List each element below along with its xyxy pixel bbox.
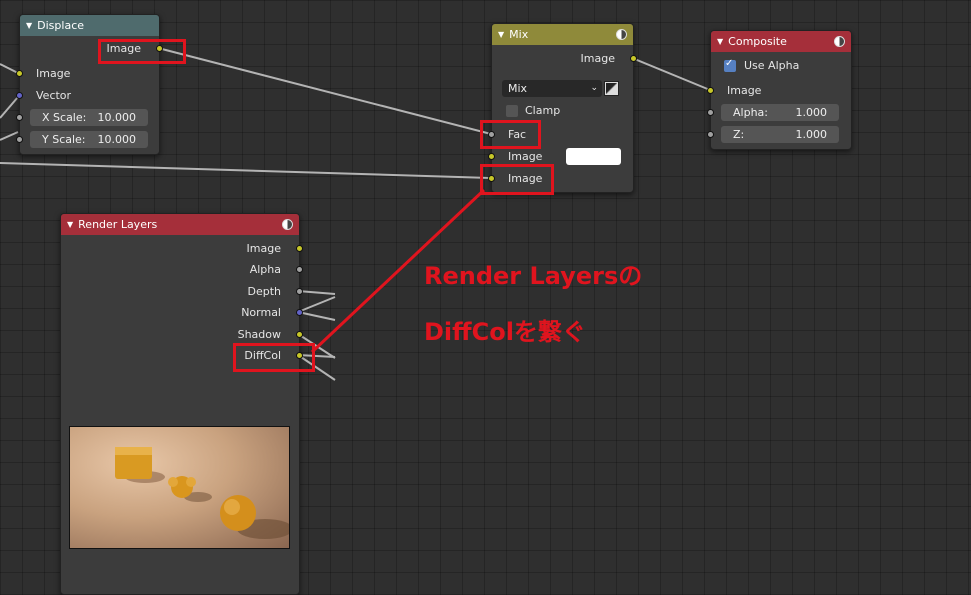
- render-preview-scene: [115, 447, 289, 539]
- output-alpha-socket[interactable]: [296, 266, 303, 273]
- preview-sphere-icon[interactable]: [282, 219, 293, 230]
- y-scale-label: Y Scale:: [42, 133, 86, 146]
- z-value: 1.000: [795, 128, 828, 141]
- z-label: Z:: [733, 128, 745, 141]
- x-scale-label: X Scale:: [42, 111, 87, 124]
- mix-node-header[interactable]: ▼ Mix: [492, 24, 633, 45]
- node-title: Displace: [37, 19, 85, 32]
- highlight-mix-image-2: [480, 164, 554, 195]
- link-depth-out: [297, 290, 336, 295]
- output-alpha-label: Alpha: [249, 263, 281, 276]
- link-canvas-to-mix-image: [0, 162, 492, 179]
- use-alpha-checkbox[interactable]: [724, 58, 736, 72]
- annotation-line-1: Render Layersの: [424, 262, 643, 290]
- input-image-socket[interactable]: [16, 70, 23, 77]
- image-color-swatch[interactable]: [566, 148, 621, 165]
- alpha-label: Alpha:: [733, 106, 768, 119]
- collapse-icon[interactable]: ▼: [717, 37, 723, 46]
- render-preview-image: [69, 426, 290, 549]
- collapse-icon[interactable]: ▼: [67, 220, 73, 229]
- link-normal-out: [297, 296, 336, 313]
- x-scale-socket[interactable]: [16, 114, 23, 121]
- collapse-icon[interactable]: ▼: [498, 30, 504, 39]
- output-image-label: Image: [580, 52, 615, 65]
- output-shadow-socket[interactable]: [296, 331, 303, 338]
- node-title: Composite: [728, 35, 787, 48]
- blend-mode-dropdown[interactable]: Mix ⌄: [502, 80, 602, 97]
- output-image-label: Image: [246, 242, 281, 255]
- output-shadow-label: Shadow: [237, 328, 281, 341]
- input-vector-socket[interactable]: [16, 92, 23, 99]
- output-depth-label: Depth: [247, 285, 281, 298]
- y-scale-field[interactable]: Y Scale: 10.000: [30, 131, 148, 148]
- link-mix-to-composite: [631, 57, 711, 91]
- chevron-down-icon: ⌄: [590, 83, 598, 93]
- node-title: Mix: [509, 28, 529, 41]
- highlight-displace-output-image: [98, 39, 186, 64]
- input-image-1-socket[interactable]: [488, 153, 495, 160]
- node-title: Render Layers: [78, 218, 158, 231]
- x-scale-value: 10.000: [97, 111, 137, 124]
- alpha-field[interactable]: Alpha: 1.000: [721, 104, 839, 121]
- highlight-mix-fac: [480, 120, 541, 149]
- output-normal-socket[interactable]: [296, 309, 303, 316]
- link-normal-out-b: [297, 311, 336, 321]
- composite-node[interactable]: ▼ Composite Use Alpha Image Alpha: 1.000…: [707, 30, 852, 150]
- output-image-socket[interactable]: [630, 55, 637, 62]
- collapse-icon[interactable]: ▼: [26, 21, 32, 30]
- clamp-label: Clamp: [525, 104, 561, 117]
- input-image-label: Image: [36, 67, 71, 80]
- x-scale-field[interactable]: X Scale: 10.000: [30, 109, 148, 126]
- alpha-value: 1.000: [795, 106, 828, 119]
- link-displace-to-fac: [157, 47, 492, 135]
- composite-node-header[interactable]: ▼ Composite: [711, 31, 851, 52]
- preview-sphere-icon[interactable]: [616, 29, 627, 40]
- preview-sphere-icon[interactable]: [834, 36, 845, 47]
- input-image-socket[interactable]: [707, 87, 714, 94]
- node-editor-canvas[interactable]: ▼ Displace Image Image Vector X Scale: 1…: [0, 0, 971, 595]
- y-scale-value: 10.000: [97, 133, 137, 146]
- output-image-socket[interactable]: [296, 245, 303, 252]
- y-scale-socket[interactable]: [16, 136, 23, 143]
- output-normal-label: Normal: [241, 306, 281, 319]
- displace-node-header[interactable]: ▼ Displace: [20, 15, 159, 36]
- input-image-label: Image: [727, 84, 762, 97]
- use-alpha-label: Use Alpha: [744, 59, 800, 72]
- alpha-socket[interactable]: [707, 109, 714, 116]
- displace-node[interactable]: ▼ Displace Image Image Vector X Scale: 1…: [16, 14, 163, 155]
- z-field[interactable]: Z: 1.000: [721, 126, 839, 143]
- use-alpha-toggle-icon[interactable]: [604, 81, 619, 96]
- annotation-line-2: DiffColを繋ぐ: [424, 318, 586, 346]
- render-layers-node-header[interactable]: ▼ Render Layers: [61, 214, 299, 235]
- z-socket[interactable]: [707, 131, 714, 138]
- link-offscreen-b: [0, 96, 19, 119]
- clamp-checkbox[interactable]: [506, 105, 518, 117]
- input-vector-label: Vector: [36, 89, 72, 102]
- highlight-render-diffcol: [233, 343, 315, 372]
- blend-mode-value: Mix: [508, 82, 528, 95]
- output-depth-socket[interactable]: [296, 288, 303, 295]
